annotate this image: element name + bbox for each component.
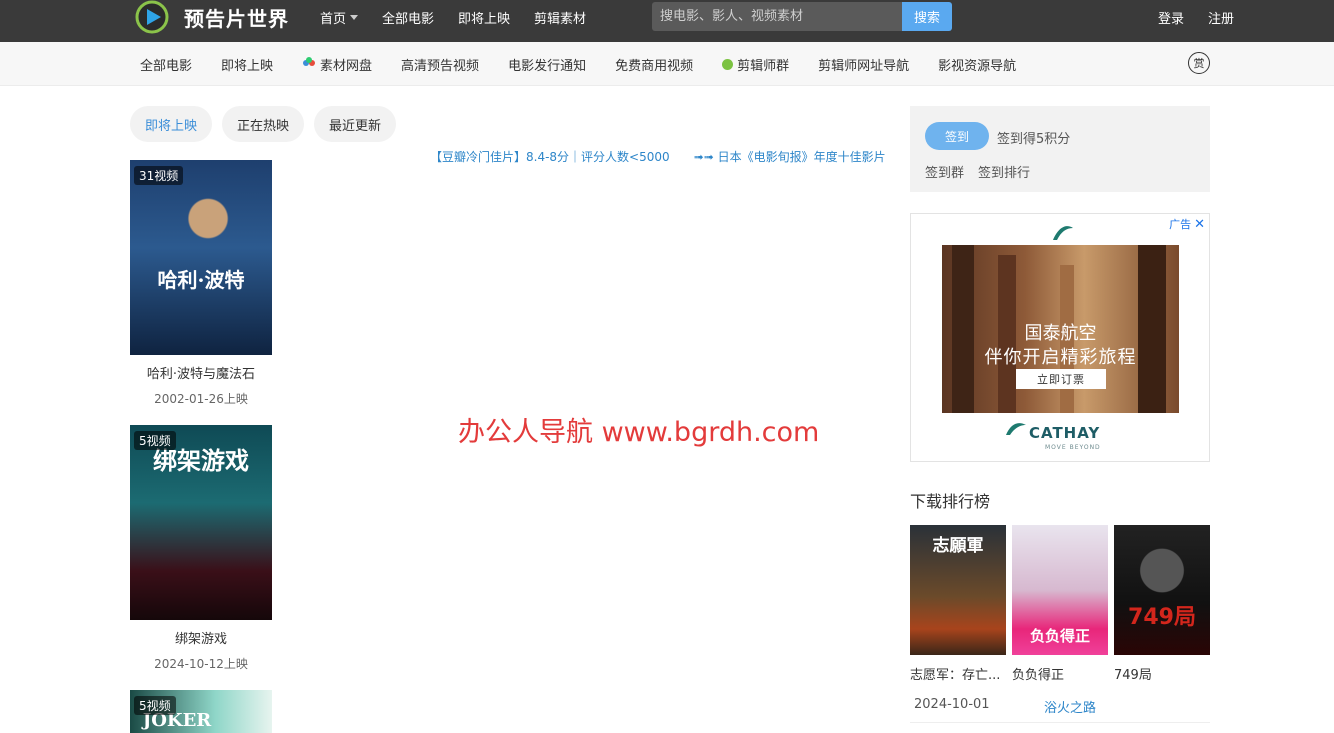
video-count-badge: 5视频 bbox=[134, 696, 176, 715]
ranking-date: 2024-10-01 bbox=[914, 697, 990, 712]
ranking-name[interactable]: 负负得正 bbox=[1012, 664, 1108, 683]
subnav-all-movies[interactable]: 全部电影 bbox=[140, 55, 192, 74]
wechat-icon bbox=[722, 58, 734, 70]
logo-text: 预告片世界 bbox=[184, 6, 289, 31]
tip-links: 【豆瓣冷门佳片】8.4-8分｜评分人数<5000 ➟➟ 日本《电影旬报》年度十佳… bbox=[430, 148, 886, 165]
site-logo[interactable]: 预告片世界 bbox=[130, 0, 289, 34]
movie-card[interactable]: JOKER 5视频 bbox=[130, 690, 272, 733]
signin-panel: 签到 签到得5积分 签到群 签到排行 bbox=[910, 106, 1210, 192]
login-link[interactable]: 登录 bbox=[1158, 8, 1184, 27]
ad-slogan: MOVE BEYOND bbox=[1045, 444, 1101, 451]
ad-brand: CATHAY bbox=[1029, 424, 1101, 442]
tab-now-showing[interactable]: 正在热映 bbox=[222, 106, 305, 142]
subnav-hd-trailers[interactable]: 高清预告视频 bbox=[401, 55, 479, 74]
nav-editing-material[interactable]: 剪辑素材 bbox=[534, 8, 586, 27]
ranking-item[interactable]: 志願軍 志愿军：存亡... bbox=[910, 525, 1006, 683]
ad-label[interactable]: 广告 ✕ bbox=[1169, 216, 1205, 232]
tab-recent-updates[interactable]: 最近更新 bbox=[314, 106, 397, 142]
signin-ranking-link[interactable]: 签到排行 bbox=[978, 162, 1030, 181]
top-nav: 首页 全部电影 即将上映 剪辑素材 bbox=[320, 0, 610, 34]
ad-image: 国泰航空 伴你开启精彩旅程 立即订票 bbox=[942, 245, 1179, 413]
movie-poster[interactable]: JOKER 5视频 bbox=[130, 690, 272, 733]
movie-poster[interactable]: 哈利·波特 31视频 bbox=[130, 160, 272, 355]
ad-headline: 国泰航空 bbox=[1024, 323, 1097, 344]
release-date: 2002-01-26上映 bbox=[154, 392, 248, 406]
movie-tabs: 即将上映 正在热映 最近更新 bbox=[130, 106, 397, 142]
subnav-free-videos[interactable]: 免费商用视频 bbox=[615, 55, 693, 74]
sub-nav: 全部电影 即将上映 素材网盘 高清预告视频 电影发行通知 免费商用视频 剪辑师群… bbox=[0, 42, 1334, 86]
ad-book-button[interactable]: 立即订票 bbox=[1016, 369, 1106, 389]
nav-all-movies[interactable]: 全部电影 bbox=[382, 8, 434, 27]
video-count-badge: 31视频 bbox=[134, 166, 184, 185]
ranking-divider bbox=[910, 722, 1210, 723]
reward-button[interactable]: 赏 bbox=[1188, 52, 1210, 74]
cloud-icon bbox=[302, 56, 316, 72]
signin-group-link[interactable]: 签到群 bbox=[925, 162, 964, 181]
search-input[interactable] bbox=[652, 2, 902, 31]
ranking-item[interactable]: 749局 749局 bbox=[1114, 525, 1210, 683]
release-date: 2024-10-12上映 bbox=[154, 657, 248, 671]
movie-card[interactable]: 哈利·波特 31视频 哈利·波特与魔法石 2002-01-26上映 bbox=[130, 160, 272, 407]
subnav-release-notice[interactable]: 电影发行通知 bbox=[508, 55, 586, 74]
register-link[interactable]: 注册 bbox=[1208, 8, 1234, 27]
nav-coming-soon[interactable]: 即将上映 bbox=[458, 8, 510, 27]
subnav-editor-nav[interactable]: 剪辑师网址导航 bbox=[818, 55, 909, 74]
watermark-text: 办公人导航 www.bgrdh.com bbox=[458, 417, 820, 448]
ad-banner[interactable]: 广告 ✕ 国泰航空 伴你开启精彩旅程 立即订票 CATHAY MOVE BEYO… bbox=[910, 213, 1210, 462]
chevron-down-icon bbox=[350, 14, 359, 20]
signin-reward-text: 签到得5积分 bbox=[997, 132, 1071, 147]
ranking-name[interactable]: 749局 bbox=[1114, 664, 1210, 683]
subnav-coming-soon[interactable]: 即将上映 bbox=[221, 55, 273, 74]
ranking-poster[interactable]: 749局 bbox=[1114, 525, 1210, 655]
ranking-link[interactable]: 浴火之路 bbox=[1044, 697, 1096, 716]
movie-card[interactable]: 绑架游戏 5视频 绑架游戏 2024-10-12上映 bbox=[130, 425, 272, 672]
tip-link-kinema-junpo[interactable]: ➟➟ 日本《电影旬报》年度十佳影片 bbox=[694, 148, 886, 165]
ranking-title: 下载排行榜 bbox=[910, 492, 991, 511]
video-count-badge: 5视频 bbox=[134, 431, 176, 450]
search-bar: 搜索 bbox=[652, 2, 952, 31]
ranking-name[interactable]: 志愿军：存亡... bbox=[910, 664, 1006, 683]
ranking-poster[interactable]: 志願軍 bbox=[910, 525, 1006, 655]
cathay-mark-icon bbox=[1005, 420, 1027, 442]
signin-button[interactable]: 签到 bbox=[925, 122, 989, 150]
subnav-material-drive[interactable]: 素材网盘 bbox=[302, 55, 372, 74]
ranking-poster[interactable]: 负负得正 bbox=[1012, 525, 1108, 655]
nav-home[interactable]: 首页 bbox=[320, 8, 359, 27]
auth-links: 登录 注册 bbox=[1158, 0, 1234, 34]
tab-coming-soon[interactable]: 即将上映 bbox=[130, 106, 213, 142]
ranking-item[interactable]: 负负得正 负负得正 bbox=[1012, 525, 1108, 683]
top-bar: 预告片世界 首页 全部电影 即将上映 剪辑素材 搜索 登录 注册 bbox=[0, 0, 1334, 42]
ad-subheadline: 伴你开启精彩旅程 bbox=[984, 347, 1137, 368]
movie-title[interactable]: 绑架游戏 bbox=[130, 628, 272, 647]
subnav-resource-nav[interactable]: 影视资源导航 bbox=[938, 55, 1016, 74]
movie-poster[interactable]: 绑架游戏 5视频 bbox=[130, 425, 272, 620]
movie-title[interactable]: 哈利·波特与魔法石 bbox=[130, 363, 272, 382]
logo-icon bbox=[130, 0, 174, 34]
close-icon[interactable]: ✕ bbox=[1194, 217, 1205, 232]
search-button[interactable]: 搜索 bbox=[902, 2, 952, 31]
tip-link-douban[interactable]: 【豆瓣冷门佳片】8.4-8分｜评分人数<5000 bbox=[430, 148, 670, 165]
subnav-editor-group[interactable]: 剪辑师群 bbox=[722, 55, 789, 74]
